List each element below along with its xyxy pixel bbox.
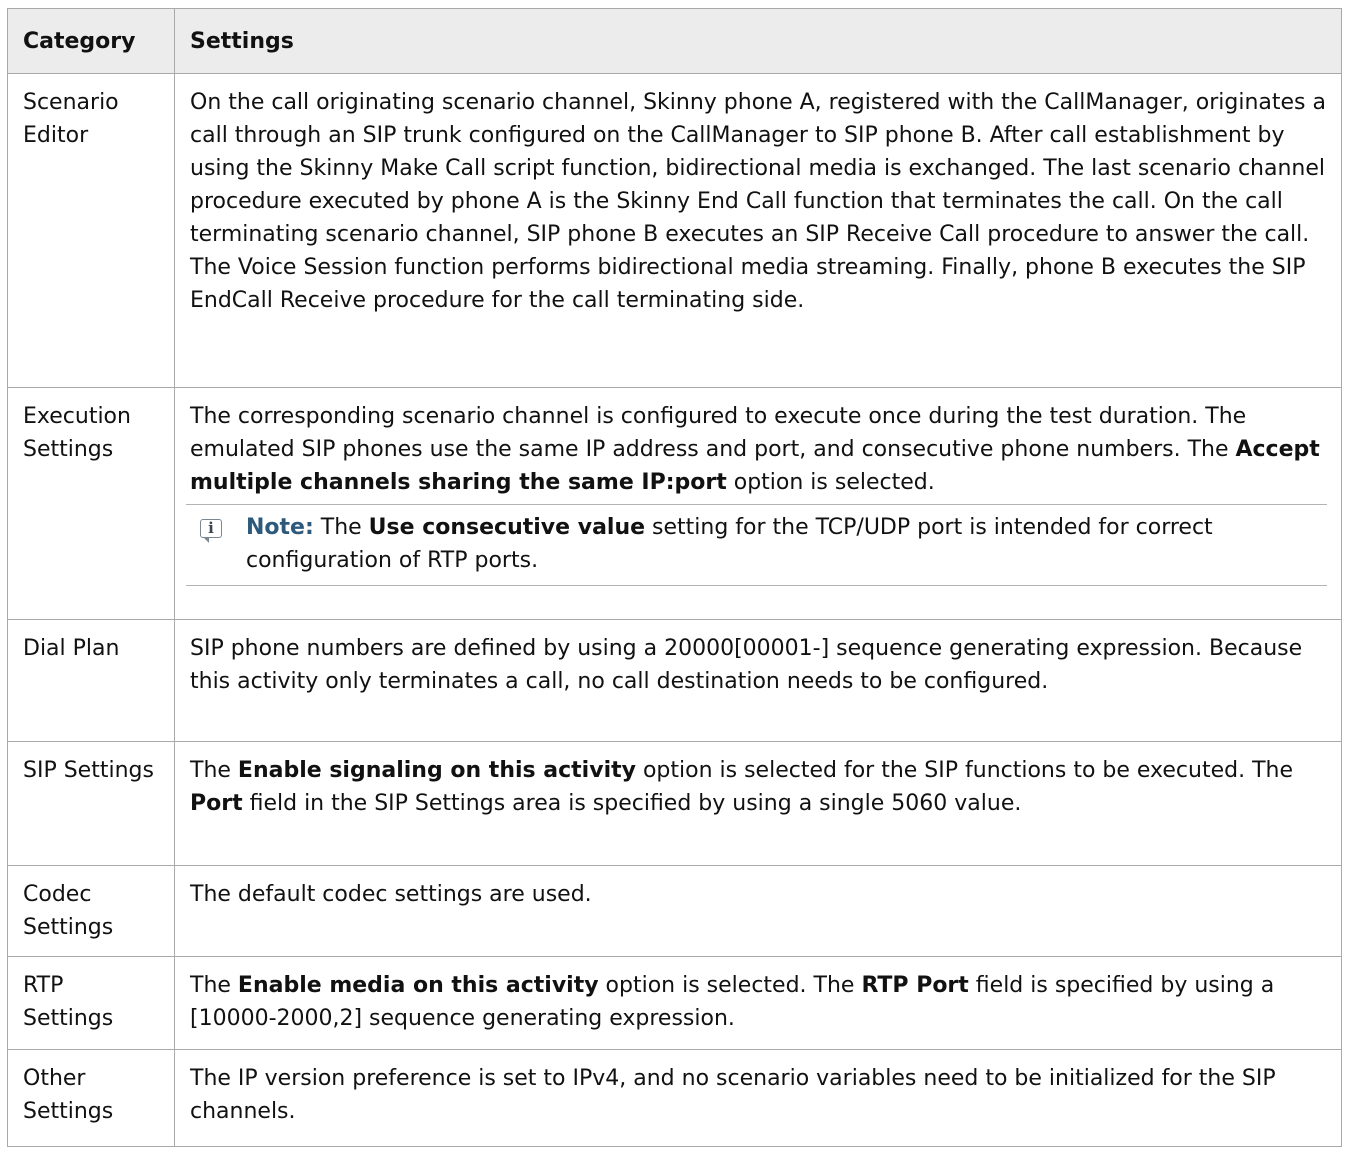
settings-text: option is selected.: [726, 470, 935, 495]
note-label: Note:: [246, 515, 314, 540]
category-cell: Dial Plan: [7, 619, 175, 742]
settings-cell: The Enable signaling on this activity op…: [174, 741, 1342, 866]
header-settings: Settings: [174, 8, 1342, 74]
settings-table: Category Settings Scenario Editor On the…: [7, 8, 1342, 1147]
settings-cell: SIP phone numbers are defined by using a…: [174, 619, 1342, 742]
settings-text: option is selected. The: [598, 973, 862, 998]
table-row: Dial Plan SIP phone numbers are defined …: [7, 619, 1342, 742]
note-setting-name: Use consecutive value: [368, 515, 646, 540]
settings-cell: The Enable media on this activity option…: [174, 956, 1342, 1050]
table-row: SIP Settings The Enable signaling on thi…: [7, 741, 1342, 866]
settings-text: The: [190, 758, 238, 783]
field-name: RTP Port: [861, 973, 969, 998]
settings-text: The: [190, 973, 238, 998]
category-cell: RTP Settings: [7, 956, 175, 1050]
option-name: Enable signaling on this activity: [237, 758, 636, 783]
settings-text: field in the SIP Settings area is specif…: [242, 791, 1022, 816]
info-note-icon: i: [200, 519, 222, 543]
settings-cell: The IP version preference is set to IPv4…: [174, 1049, 1342, 1147]
table-row: Other Settings The IP version preference…: [7, 1049, 1342, 1147]
table-header-row: Category Settings: [7, 8, 1342, 74]
settings-text: The corresponding scenario channel is co…: [190, 404, 1247, 462]
category-cell: Execution Settings: [7, 387, 175, 620]
table-row: Codec Settings The default codec setting…: [7, 865, 1342, 957]
settings-cell: The corresponding scenario channel is co…: [174, 387, 1342, 620]
table-row: RTP Settings The Enable media on this ac…: [7, 956, 1342, 1050]
category-cell: SIP Settings: [7, 741, 175, 866]
table-row: Scenario Editor On the call originating …: [7, 73, 1342, 388]
settings-text: option is selected for the SIP functions…: [635, 758, 1293, 783]
category-cell: Codec Settings: [7, 865, 175, 957]
option-name: Enable media on this activity: [237, 973, 599, 998]
category-cell: Other Settings: [7, 1049, 175, 1147]
table-row: Execution Settings The corresponding sce…: [7, 387, 1342, 620]
header-category: Category: [7, 8, 175, 74]
settings-cell: The default codec settings are used.: [174, 865, 1342, 957]
category-cell: Scenario Editor: [7, 73, 175, 388]
settings-cell: On the call originating scenario channel…: [174, 73, 1342, 388]
note-text: The: [313, 515, 369, 540]
field-name: Port: [190, 791, 243, 816]
note-body: Note: The Use consecutive value setting …: [246, 511, 1327, 577]
note-box: i Note: The Use consecutive value settin…: [186, 504, 1327, 586]
